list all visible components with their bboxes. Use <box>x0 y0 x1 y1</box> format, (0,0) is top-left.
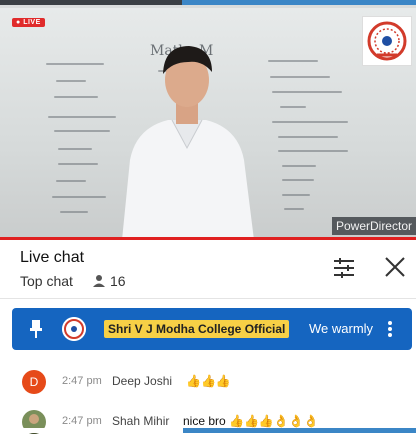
chat-mode-selector[interactable]: Top chat <box>20 273 73 289</box>
close-icon[interactable] <box>382 254 408 280</box>
powerdirector-watermark: PowerDirector <box>331 217 416 235</box>
avatar[interactable]: D <box>22 370 46 394</box>
live-badge: ● LIVE <box>12 18 45 27</box>
message-time: 2:47 pm <box>62 375 102 387</box>
top-status-strip <box>0 0 416 5</box>
board-writing <box>56 180 86 182</box>
board-writing <box>54 96 98 98</box>
pinned-message-text: We warmly <box>309 321 374 336</box>
board-writing <box>56 80 86 82</box>
top-accent-bar <box>182 0 416 5</box>
pinned-author-chip[interactable]: Shri V J Modha College Official <box>104 320 290 338</box>
board-writing <box>282 179 314 181</box>
board-writing <box>46 63 104 65</box>
person-icon <box>93 275 105 287</box>
college-logo <box>362 16 412 66</box>
more-options-icon[interactable] <box>386 319 394 339</box>
board-writing <box>270 76 330 78</box>
message-author[interactable]: Deep Joshi <box>112 374 172 388</box>
board-writing <box>58 148 92 150</box>
board-writing <box>58 163 98 165</box>
viewer-count: 16 <box>92 273 126 289</box>
presenter-figure <box>122 46 254 240</box>
board-writing <box>282 194 310 196</box>
chat-message[interactable]: D 2:47 pm Deep Joshi 👍👍👍 <box>20 370 416 396</box>
board-writing <box>278 150 348 152</box>
message-text: nice bro 👍👍👍👌👌👌 <box>183 414 319 428</box>
author-avatar-logo <box>62 317 86 341</box>
pinned-message[interactable]: Shri V J Modha College Official We warml… <box>12 308 412 350</box>
board-writing <box>284 208 304 210</box>
message-text: 👍👍👍 <box>186 374 231 388</box>
board-writing <box>280 106 306 108</box>
message-author[interactable]: Shah Mihir <box>112 414 169 428</box>
board-writing <box>272 91 342 93</box>
board-writing <box>268 60 318 62</box>
chat-header: Live chat Top chat 16 <box>0 240 416 299</box>
live-label: LIVE <box>23 19 41 26</box>
bottom-accent-bar <box>0 428 416 433</box>
viewer-count-value: 16 <box>110 273 126 289</box>
filter-icon[interactable] <box>332 256 356 280</box>
board-writing <box>272 121 348 123</box>
chat-title: Live chat <box>20 249 85 266</box>
message-time: 2:47 pm <box>62 415 102 427</box>
video-player[interactable]: Maths M ● LIVE PowerDi <box>0 0 416 240</box>
board-writing <box>60 211 88 213</box>
pin-icon <box>30 320 42 338</box>
board-writing <box>52 196 106 198</box>
board-writing <box>278 136 338 138</box>
board-writing <box>282 165 316 167</box>
